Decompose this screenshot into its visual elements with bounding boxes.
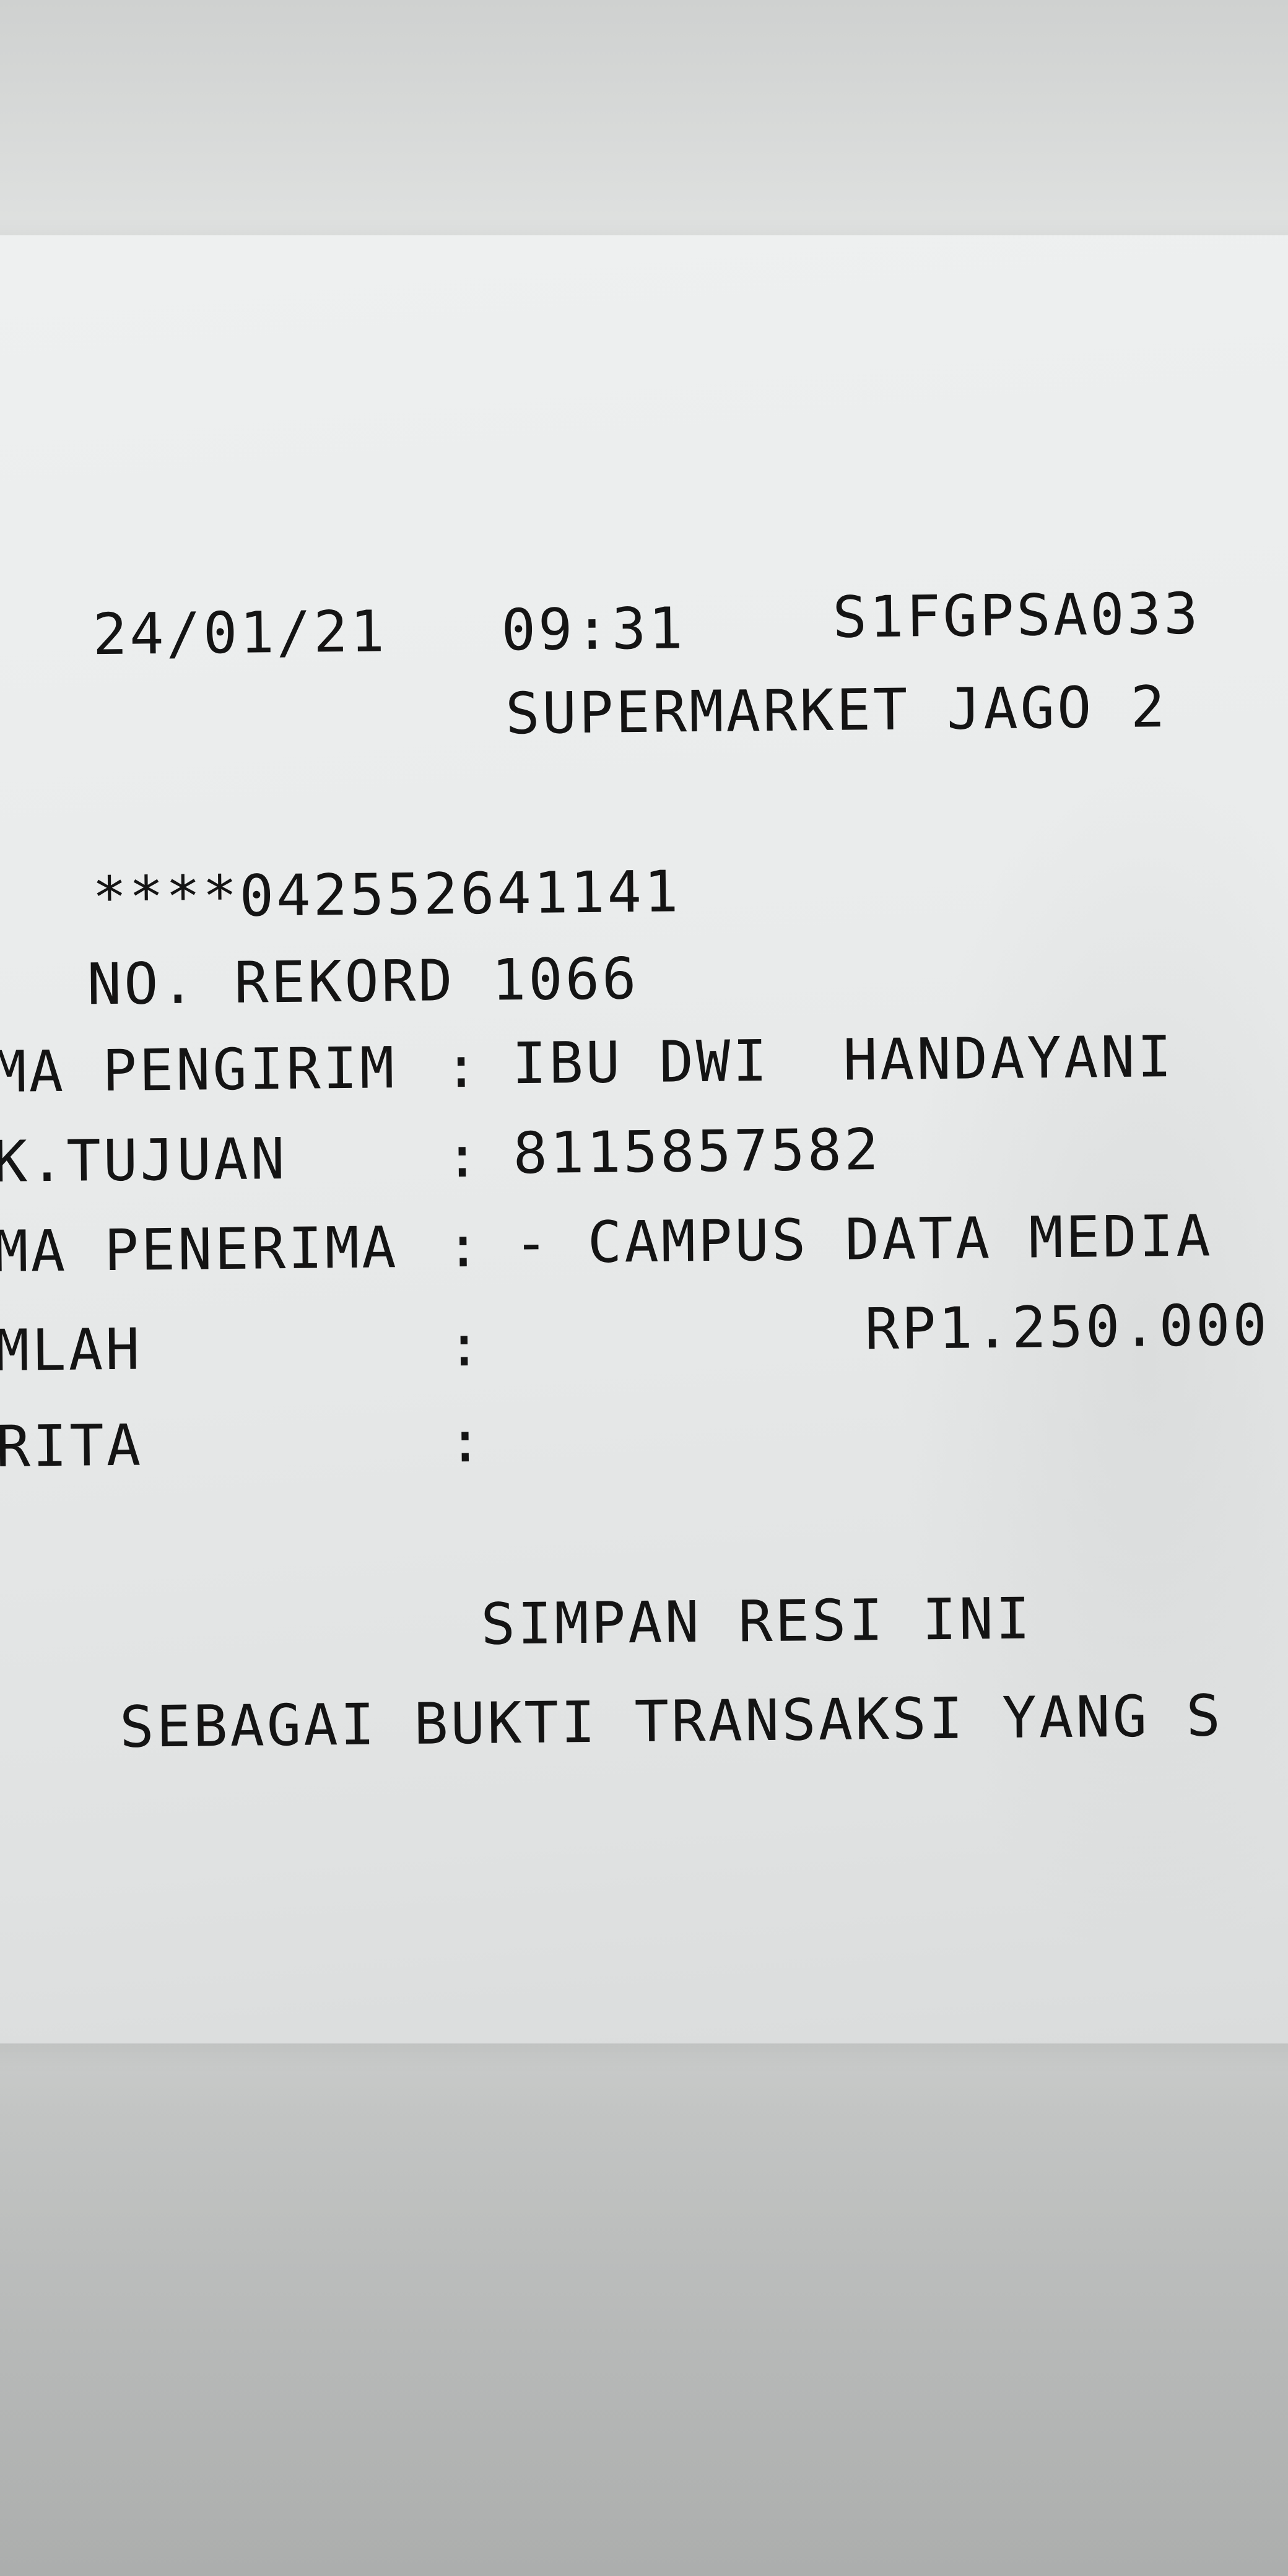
transaction-date: 24/01/21 bbox=[92, 598, 388, 668]
sender-separator: : bbox=[443, 1033, 482, 1101]
note-label: RITA bbox=[0, 1412, 144, 1480]
sender-value: IBU DWI HANDAYANI bbox=[511, 1024, 1175, 1097]
card-number: ****042552641141 bbox=[92, 858, 681, 931]
receipt-photo: 24/01/21 09:31 S1FGPSA033 SUPERMARKET JA… bbox=[0, 0, 1288, 2576]
recipient-label: MA PENERIMA bbox=[0, 1214, 399, 1285]
amount-label: MLAH bbox=[0, 1316, 142, 1384]
record-number: NO. REKORD 1066 bbox=[87, 946, 640, 1018]
amount-separator: : bbox=[446, 1312, 484, 1380]
transaction-time: 09:31 bbox=[501, 595, 686, 664]
sender-label: MA PENGIRIM bbox=[0, 1035, 397, 1106]
footer-line-1: SIMPAN RESI INI bbox=[480, 1585, 1033, 1658]
merchant-name: SUPERMARKET JAGO 2 bbox=[505, 674, 1168, 747]
recipient-separator: : bbox=[445, 1213, 484, 1281]
note-separator: : bbox=[447, 1408, 485, 1476]
account-label: K.TUJUAN bbox=[0, 1126, 288, 1195]
receipt-text: 24/01/21 09:31 S1FGPSA033 SUPERMARKET JA… bbox=[0, 0, 1288, 2576]
recipient-value: - CAMPUS DATA MEDIA bbox=[513, 1203, 1213, 1277]
account-separator: : bbox=[445, 1123, 482, 1191]
terminal-id: S1FGPSA033 bbox=[832, 580, 1201, 651]
amount-value: RP1.250.000 bbox=[864, 1292, 1270, 1363]
footer-line-2: SEBAGAI BUKTI TRANSAKSI YANG S bbox=[119, 1682, 1224, 1760]
account-value: 8115857582 bbox=[512, 1116, 881, 1187]
